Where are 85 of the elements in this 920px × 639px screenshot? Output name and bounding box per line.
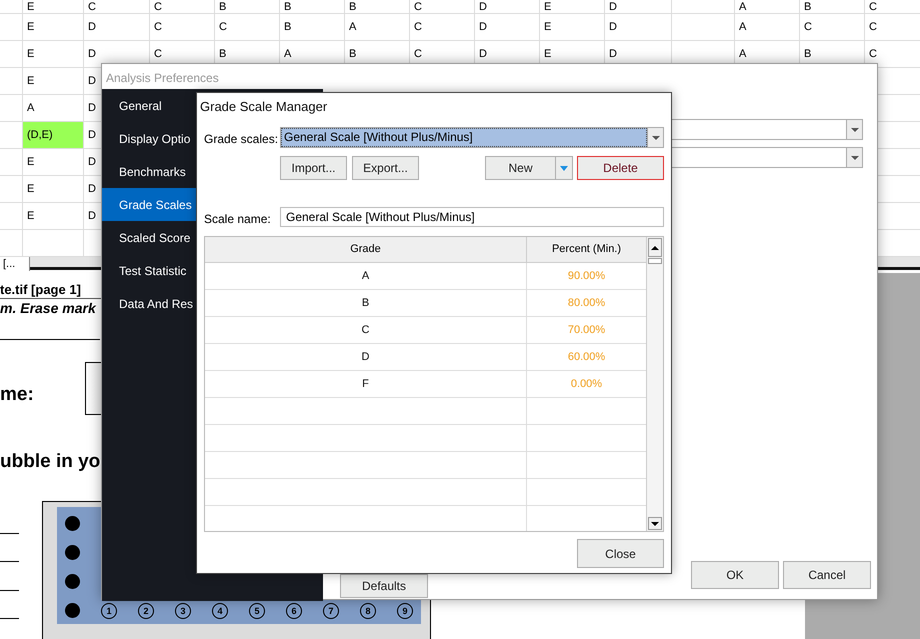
table-cell: E xyxy=(23,41,84,68)
table-cell: E xyxy=(23,0,84,14)
table-cell-text: C xyxy=(362,322,370,338)
table-cell: E xyxy=(23,203,84,230)
table-cell: E xyxy=(540,14,605,41)
scroll-thumb[interactable] xyxy=(648,258,662,264)
filled-bubble-icon xyxy=(65,516,80,531)
table-cell: C xyxy=(150,14,215,41)
bubble: 4 xyxy=(212,603,228,619)
table-cell-text: D xyxy=(362,350,370,365)
table-cell: C xyxy=(410,14,475,41)
table-cell: C xyxy=(865,0,920,14)
table-cell: C xyxy=(215,14,280,41)
bubble: 8 xyxy=(360,603,376,619)
table-cell: A xyxy=(735,0,800,14)
new-button[interactable]: New xyxy=(485,156,556,180)
table-cell-text: B xyxy=(362,296,370,311)
scroll-down-button[interactable] xyxy=(648,517,662,530)
scale-name-field[interactable]: General Scale [Without Plus/Minus] xyxy=(280,207,664,227)
table-cell-text: A xyxy=(362,268,370,284)
delete-button[interactable]: Delete xyxy=(577,156,664,180)
import-button[interactable]: Import... xyxy=(280,156,347,180)
filled-bubble-icon xyxy=(65,545,80,560)
bubble-prompt: ubble in yo xyxy=(0,451,100,473)
sheet-tab[interactable]: [... xyxy=(0,257,30,271)
field-label: Grade scales: xyxy=(204,131,278,148)
bubble: 1 xyxy=(101,603,117,619)
close-button[interactable]: Close xyxy=(577,539,664,568)
export-button[interactable]: Export... xyxy=(352,156,419,180)
table-cell-text: 90.00% xyxy=(568,268,606,284)
highlighted-cell: (D,E) xyxy=(23,122,84,149)
table-cell: D xyxy=(475,14,540,41)
table-cell: B xyxy=(345,0,410,14)
table-cell: A xyxy=(735,14,800,41)
dropdown-arrow-icon xyxy=(850,156,858,160)
table-cell-text: 80.00% xyxy=(568,296,606,311)
bubble: 5 xyxy=(249,603,265,619)
table-cell: D xyxy=(84,14,150,41)
table-cell: D xyxy=(475,0,540,14)
table-cell: D xyxy=(605,0,672,14)
table-cell: E xyxy=(23,149,84,176)
scroll-up-button[interactable] xyxy=(648,238,662,257)
bubble: 6 xyxy=(286,603,302,619)
table-cell: B xyxy=(215,0,280,14)
table-cell: B xyxy=(280,0,345,14)
table-cell-text: 70.00% xyxy=(568,322,606,338)
column-header[interactable]: Grade xyxy=(205,237,527,262)
file-title: te.tif [page 1] xyxy=(0,282,81,298)
table-cell: D xyxy=(605,14,672,41)
table-cell: B xyxy=(280,14,345,41)
filled-bubble-icon xyxy=(65,574,80,589)
bubble: 9 xyxy=(397,603,413,619)
name-label: me: xyxy=(0,384,34,406)
table-cell: C xyxy=(800,14,865,41)
instruction-text: m. Erase mark xyxy=(0,299,96,317)
window-title: Grade Scale Manager xyxy=(200,98,328,116)
dropdown-arrow-icon xyxy=(652,136,660,140)
bubble: 2 xyxy=(138,603,154,619)
down-arrow-icon xyxy=(651,522,659,526)
grade-scale-dropdown[interactable]: General Scale [Without Plus/Minus] xyxy=(280,127,664,148)
defaults-button[interactable]: Defaults xyxy=(340,574,428,598)
table-cell-text: 60.00% xyxy=(568,350,606,365)
caret-icon xyxy=(560,166,568,170)
table-cell-text: 0.00% xyxy=(570,376,602,392)
ok-button[interactable]: OK xyxy=(691,561,779,589)
new-menu-button[interactable] xyxy=(555,156,573,180)
table-cell: A xyxy=(345,14,410,41)
bubble: 3 xyxy=(175,603,191,619)
bubble: 7 xyxy=(323,603,339,619)
table-cell: E xyxy=(23,176,84,203)
filled-bubble-icon xyxy=(65,603,80,618)
table-cell: A xyxy=(23,95,84,122)
table-cell: B xyxy=(800,0,865,14)
table-cell: C xyxy=(150,0,215,14)
table-cell: C xyxy=(84,0,150,14)
up-arrow-icon xyxy=(651,246,659,250)
table-cell: E xyxy=(540,0,605,14)
table-cell: E xyxy=(23,68,84,95)
table-cell: E xyxy=(23,14,84,41)
scrollbar[interactable] xyxy=(646,237,663,531)
table-cell: C xyxy=(410,0,475,14)
table-cell-text: F xyxy=(362,376,369,392)
field-label: Scale name: xyxy=(204,211,271,228)
cancel-button[interactable]: Cancel xyxy=(783,561,871,589)
dropdown-arrow-icon xyxy=(850,128,858,132)
